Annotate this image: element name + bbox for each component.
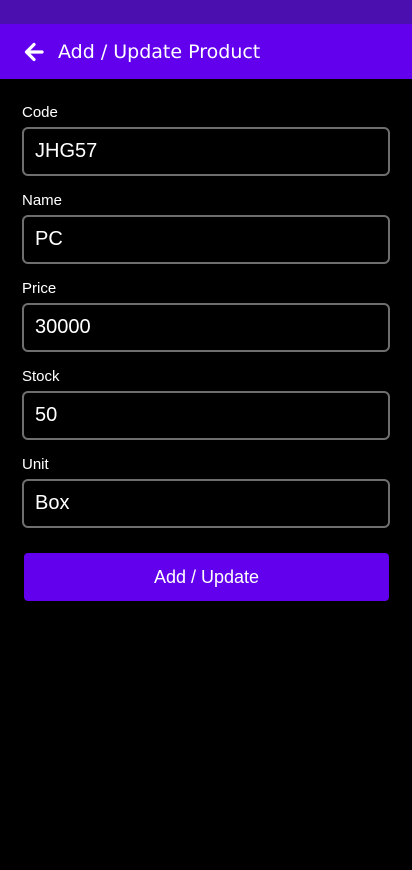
unit-field: Unit	[22, 456, 390, 544]
code-label: Code	[22, 104, 58, 121]
stock-field: Stock	[22, 368, 390, 456]
code-input[interactable]	[22, 127, 390, 176]
status-bar	[0, 0, 412, 24]
price-input[interactable]	[22, 303, 390, 352]
product-form: Code Name Price Stock Unit	[22, 104, 390, 544]
price-field: Price	[22, 280, 390, 368]
add-update-button[interactable]: Add / Update	[24, 553, 389, 601]
arrow-left-icon	[22, 40, 46, 64]
price-label: Price	[22, 280, 57, 297]
name-input[interactable]	[22, 215, 390, 264]
page-title: Add / Update Product	[58, 40, 261, 63]
back-button[interactable]	[22, 40, 46, 64]
name-label: Name	[22, 192, 63, 209]
stock-label: Stock	[22, 368, 60, 385]
stock-input[interactable]	[22, 391, 390, 440]
name-field: Name	[22, 192, 390, 280]
unit-label: Unit	[22, 456, 49, 473]
unit-input[interactable]	[22, 479, 390, 528]
code-field: Code	[22, 104, 390, 192]
app-bar: Add / Update Product	[0, 24, 412, 79]
